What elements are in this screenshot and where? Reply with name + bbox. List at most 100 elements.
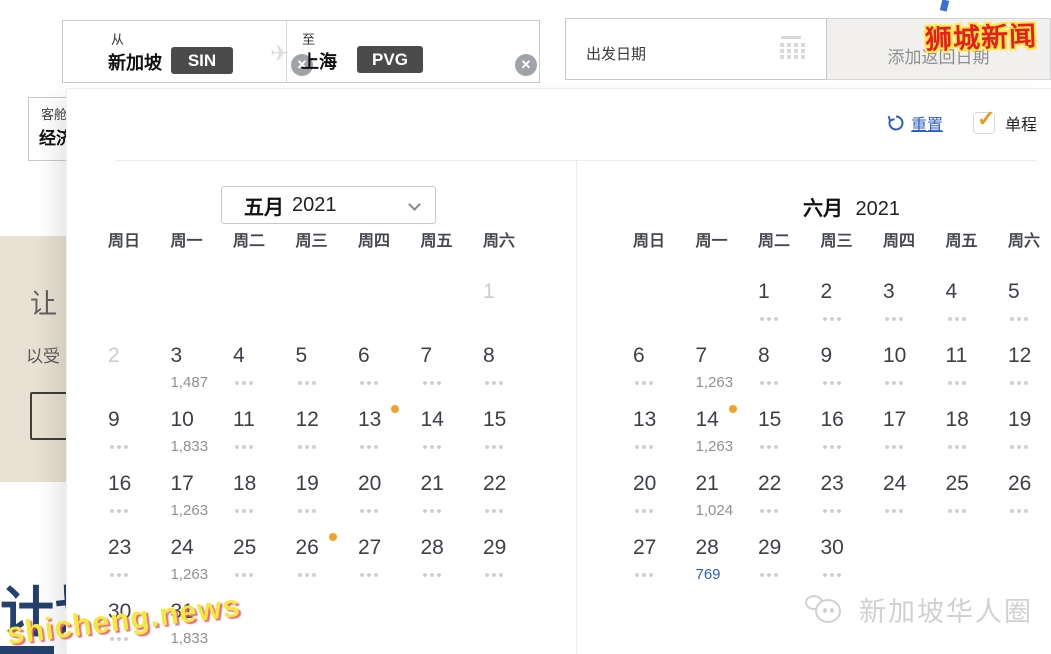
day-cell[interactable]: 5: [1008, 269, 1051, 333]
loading-dots-icon: [885, 509, 889, 513]
day-cell[interactable]: 23: [108, 525, 171, 589]
day-cell[interactable]: 22: [758, 461, 821, 525]
day-cell[interactable]: 6: [358, 333, 421, 397]
clear-to-icon[interactable]: ✕: [515, 54, 537, 76]
day-cell[interactable]: 13: [358, 397, 421, 461]
day-cell[interactable]: 12: [296, 397, 359, 461]
day-number: 7: [695, 344, 708, 367]
day-cell[interactable]: 12: [1008, 333, 1051, 397]
day-cell[interactable]: 15: [758, 397, 821, 461]
day-cell[interactable]: 26: [1008, 461, 1051, 525]
day-cell[interactable]: 19: [1008, 397, 1051, 461]
day-cell[interactable]: 6: [633, 333, 696, 397]
day-cell[interactable]: 14 1,263: [696, 397, 759, 461]
month-title: 六月 2021: [633, 192, 1051, 221]
from-city[interactable]: 新加坡: [108, 49, 162, 75]
day-cell[interactable]: 9: [821, 333, 884, 397]
day-cell[interactable]: 11: [233, 397, 296, 461]
day-cell[interactable]: 27: [633, 525, 696, 589]
day-number: 12: [295, 408, 319, 431]
day-cell[interactable]: 10: [883, 333, 946, 397]
day-cell[interactable]: 23: [821, 461, 884, 525]
day-cell[interactable]: 8: [483, 333, 546, 397]
day-cell[interactable]: 27: [358, 525, 421, 589]
loading-dots-icon: [635, 381, 639, 385]
wechat-logo-icon: [805, 591, 849, 629]
day-cell[interactable]: 14: [421, 397, 484, 461]
day-cell[interactable]: 29: [758, 525, 821, 589]
day-cell[interactable]: 13: [633, 397, 696, 461]
to-city[interactable]: 上海: [301, 48, 337, 74]
loading-dots-icon: [760, 573, 764, 577]
day-cell[interactable]: 8: [758, 333, 821, 397]
weekday-label: 周四: [883, 233, 916, 250]
day-number: 2: [108, 344, 120, 367]
day-cell[interactable]: 17 1,263: [171, 461, 234, 525]
day-cell[interactable]: 21: [421, 461, 484, 525]
day-number: 26: [1008, 472, 1032, 495]
day-number: 5: [295, 344, 308, 367]
day-cell[interactable]: 24 1,263: [171, 525, 234, 589]
day-number: 23: [108, 536, 132, 559]
day-cell[interactable]: 2: [821, 269, 884, 333]
day-cell[interactable]: 29: [483, 525, 546, 589]
loading-dots-icon: [947, 509, 952, 513]
day-cell[interactable]: 28 769: [696, 525, 759, 589]
day-number: 7: [420, 344, 433, 367]
weekday-label: 周二: [758, 233, 791, 250]
day-cell[interactable]: 9: [108, 397, 171, 461]
day-cell[interactable]: 26: [296, 525, 359, 589]
fare-price: 1,024: [695, 502, 734, 519]
day-cell[interactable]: 3: [883, 269, 946, 333]
weekday-label: 周一: [170, 233, 203, 250]
day-number: 3: [883, 280, 895, 303]
day-cell[interactable]: 18: [233, 461, 296, 525]
day-cell[interactable]: 1: [758, 269, 821, 333]
day-cell[interactable]: 11: [946, 333, 1009, 397]
loading-dots-icon: [760, 509, 764, 513]
day-cell[interactable]: 28: [421, 525, 484, 589]
day-cell[interactable]: 25: [233, 525, 296, 589]
day-cell[interactable]: 4: [233, 333, 296, 397]
day-cell[interactable]: 20: [358, 461, 421, 525]
day-cell[interactable]: 24: [883, 461, 946, 525]
day-cell[interactable]: 19: [296, 461, 359, 525]
day-cell[interactable]: 16: [821, 397, 884, 461]
day-cell[interactable]: 25: [946, 461, 1009, 525]
day-cell[interactable]: 18: [946, 397, 1009, 461]
day-cell[interactable]: 16: [108, 461, 171, 525]
loading-dots-icon: [822, 317, 827, 321]
month-divider: [576, 160, 577, 654]
loading-dots-icon: [635, 445, 639, 449]
day-number: 19: [295, 472, 319, 495]
day-number: 13: [358, 408, 382, 431]
day-number: 16: [820, 408, 844, 431]
day-cell[interactable]: 21 1,024: [696, 461, 759, 525]
day-cell[interactable]: 3 1,487: [171, 333, 234, 397]
day-cell[interactable]: 15: [483, 397, 546, 461]
day-cell[interactable]: 5: [296, 333, 359, 397]
weekday-header: 周日 周一 周二 周三 周四 周五 周六: [108, 231, 546, 253]
day-cell[interactable]: 22: [483, 461, 546, 525]
fare-price: 1,487: [170, 374, 209, 391]
weekday-label: 周日: [108, 233, 141, 250]
oneway-checkbox[interactable]: ✓: [972, 106, 995, 134]
departure-date-field[interactable]: 出发日期: [565, 18, 827, 80]
day-cell[interactable]: 17: [883, 397, 946, 461]
reset-button[interactable]: 重置: [887, 111, 943, 135]
day-number: 27: [358, 536, 382, 559]
day-cell[interactable]: 4: [946, 269, 1009, 333]
day-cell[interactable]: 30: [821, 525, 884, 589]
loading-dots-icon: [760, 317, 764, 321]
day-cell[interactable]: 20: [633, 461, 696, 525]
day-cell[interactable]: 10 1,833: [171, 397, 234, 461]
day-cell[interactable]: 7 1,263: [696, 333, 759, 397]
day-number: 29: [758, 536, 782, 559]
oneway-checkbox-control[interactable]: ✓ 单程: [972, 106, 1037, 135]
month-select[interactable]: 五月 2021: [221, 186, 436, 224]
day-number: 16: [108, 472, 132, 495]
loading-dots-icon: [485, 381, 489, 385]
loading-dots-icon: [485, 445, 489, 449]
day-cell[interactable]: 7: [421, 333, 484, 397]
promo-heading-fragment: 让: [30, 289, 59, 319]
